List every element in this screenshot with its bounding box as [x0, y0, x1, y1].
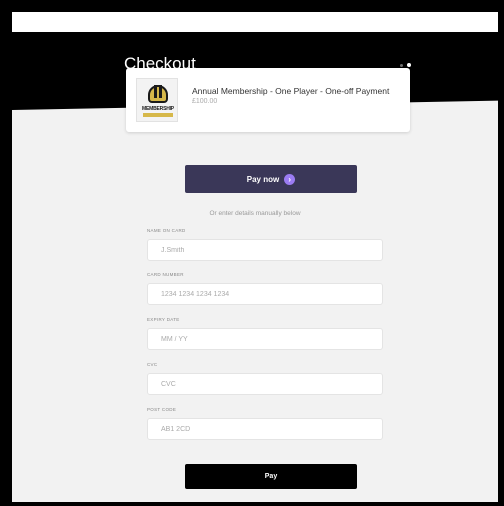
name-on-card-label: NAME ON CARD: [147, 228, 186, 233]
logo-text: MEMBERSHIP: [142, 106, 174, 112]
step-dot-active: [407, 63, 411, 67]
card-number-label: CARD NUMBER: [147, 272, 184, 277]
product-card: MEMBERSHIP Annual Membership - One Playe…: [126, 68, 410, 132]
expiry-date-label: EXPIRY DATE: [147, 317, 180, 322]
cvc-input[interactable]: [147, 373, 383, 395]
cvc-label: CVC: [147, 362, 158, 367]
post-code-label: POST CODE: [147, 407, 177, 412]
post-code-input[interactable]: [147, 418, 383, 440]
name-on-card-input[interactable]: [147, 239, 383, 261]
step-dot: [400, 63, 403, 67]
product-name: Annual Membership - One Player - One-off…: [192, 86, 390, 96]
manual-entry-text: Or enter details manually below: [209, 210, 301, 217]
checkout-page: Checkout MEMBERSHIP Annual Membership - …: [12, 12, 498, 502]
card-number-input[interactable]: [147, 283, 383, 305]
step-indicator: [400, 63, 411, 67]
product-price: £100.00: [192, 98, 218, 105]
crest-icon: [148, 85, 168, 103]
expiry-date-input[interactable]: [147, 328, 383, 350]
top-bar: [12, 12, 498, 32]
pay-now-label: Pay now: [246, 174, 280, 184]
pay-now-button[interactable]: Pay now ›: [185, 165, 357, 193]
pay-button[interactable]: Pay: [185, 464, 357, 489]
chevron-right-icon: ›: [284, 173, 296, 185]
membership-logo: MEMBERSHIP: [136, 78, 178, 122]
